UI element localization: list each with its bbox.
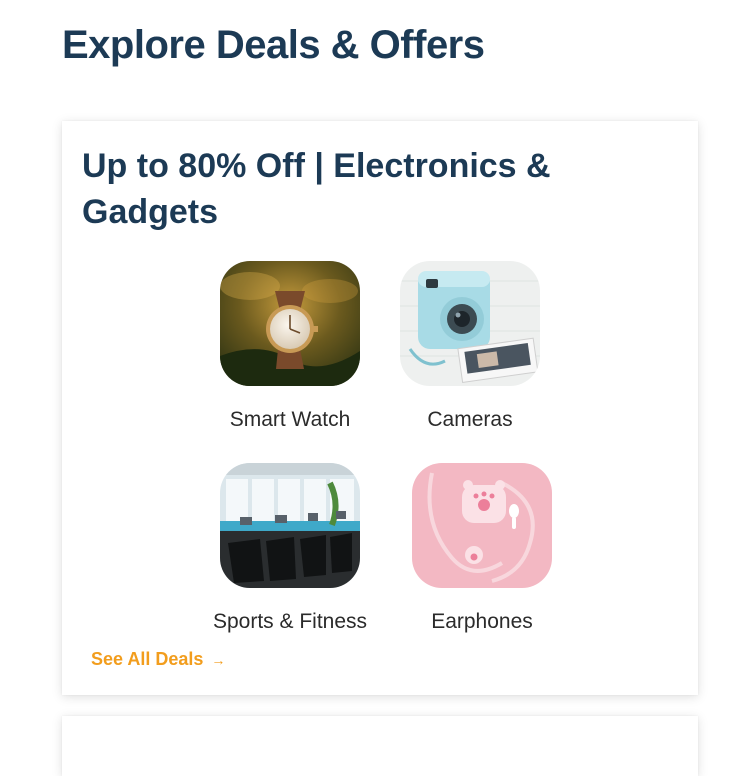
deal-card-title: Up to 80% Off | Electronics & Gadgets (82, 147, 551, 231)
page-title: Explore Deals & Offers (62, 23, 485, 67)
see-all-deals-link[interactable]: See All Deals → (91, 649, 225, 670)
smart-watch-image[interactable] (220, 261, 360, 386)
deal-card: Up to 80% Off | Electronics & Gadgets Sm… (62, 121, 698, 695)
arrow-right-icon: → (211, 651, 226, 668)
deal-tile-label[interactable]: Earphones (362, 609, 602, 635)
instant-camera-image[interactable] (400, 261, 540, 386)
treadmill-gym-image[interactable] (220, 463, 360, 588)
see-all-deals-label[interactable]: See All Deals (91, 649, 203, 670)
deal-tile-label[interactable]: Cameras (350, 407, 590, 433)
earphones-case-image[interactable] (412, 463, 552, 588)
next-deal-card (62, 716, 698, 776)
